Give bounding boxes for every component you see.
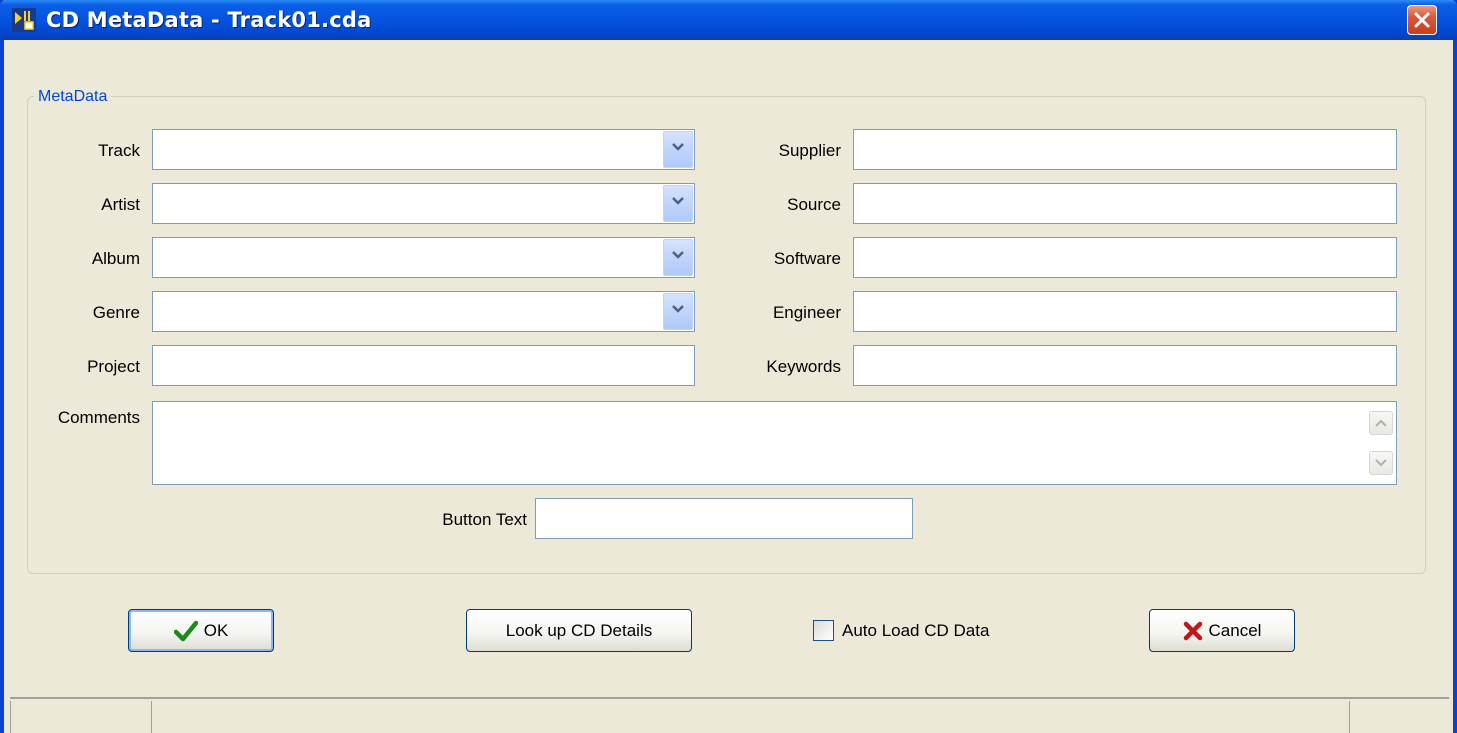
chevron-down-icon — [672, 251, 684, 259]
audio-metadata-icon — [12, 8, 36, 32]
source-field[interactable] — [853, 183, 1397, 224]
keywords-input[interactable] — [854, 346, 1396, 385]
chevron-down-icon — [672, 143, 684, 151]
artist-combo[interactable] — [152, 183, 695, 224]
auto-load-label[interactable]: Auto Load CD Data — [842, 620, 989, 641]
window-title: CD MetaData - Track01.cda — [46, 8, 372, 32]
close-button[interactable] — [1407, 5, 1437, 35]
scroll-down-button[interactable] — [1369, 451, 1393, 475]
track-combo[interactable] — [152, 129, 695, 170]
genre-input[interactable] — [153, 292, 694, 331]
artist-label: Artist — [101, 195, 140, 214]
album-label: Album — [91, 249, 140, 268]
ok-label: OK — [203, 620, 229, 640]
software-field[interactable] — [853, 237, 1397, 278]
supplier-input[interactable] — [854, 130, 1396, 169]
chevron-up-icon — [1375, 419, 1387, 427]
supplier-label: Supplier — [778, 141, 841, 160]
scroll-up-button[interactable] — [1369, 411, 1393, 435]
button-text-field[interactable] — [535, 498, 913, 539]
project-field[interactable] — [152, 345, 695, 386]
comments-scrollbar[interactable] — [1367, 403, 1395, 483]
auto-load-checkbox[interactable] — [813, 620, 834, 641]
track-input[interactable] — [153, 130, 694, 169]
genre-label: Genre — [92, 303, 140, 322]
metadata-group-label: MetaData — [34, 86, 112, 108]
keywords-label: Keywords — [766, 357, 841, 376]
artist-input[interactable] — [153, 184, 694, 223]
red-x-icon — [1183, 621, 1202, 640]
cancel-button[interactable]: Cancel — [1149, 609, 1295, 652]
genre-combo[interactable] — [152, 291, 695, 332]
close-x-icon — [1414, 12, 1430, 28]
keywords-field[interactable] — [853, 345, 1397, 386]
album-combo[interactable] — [152, 237, 695, 278]
chevron-down-icon — [1375, 459, 1387, 467]
software-label: Software — [773, 249, 841, 268]
title-bar[interactable]: CD MetaData - Track01.cda — [0, 0, 1457, 40]
album-dropdown-button[interactable] — [663, 239, 693, 276]
album-input[interactable] — [153, 238, 694, 277]
ok-button[interactable]: OK — [128, 609, 274, 652]
track-dropdown-button[interactable] — [663, 131, 693, 168]
source-input[interactable] — [854, 184, 1396, 223]
chevron-down-icon — [672, 305, 684, 313]
button-text-input[interactable] — [536, 499, 912, 538]
comments-label: Comments — [57, 408, 140, 427]
chevron-down-icon — [672, 197, 684, 205]
track-label: Track — [98, 141, 140, 160]
status-panel-3 — [1349, 701, 1449, 733]
button-text-label: Button Text — [442, 510, 527, 529]
engineer-field[interactable] — [853, 291, 1397, 332]
lookup-label: Look up CD Details — [505, 620, 653, 640]
cd-metadata-dialog: CD MetaData - Track01.cda MetaData Track… — [0, 0, 1457, 733]
cancel-label: Cancel — [1208, 620, 1262, 640]
software-input[interactable] — [854, 238, 1396, 277]
status-panel-2 — [151, 701, 1349, 733]
artist-dropdown-button[interactable] — [663, 185, 693, 222]
status-bar — [10, 697, 1449, 733]
genre-dropdown-button[interactable] — [663, 293, 693, 330]
comments-memo[interactable] — [152, 401, 1397, 485]
checkmark-icon — [173, 620, 198, 641]
project-input[interactable] — [153, 346, 694, 385]
engineer-label: Engineer — [772, 303, 841, 322]
engineer-input[interactable] — [854, 292, 1396, 331]
supplier-field[interactable] — [853, 129, 1397, 170]
status-panel-1 — [10, 701, 151, 733]
lookup-cd-details-button[interactable]: Look up CD Details — [466, 609, 692, 652]
project-label: Project — [87, 357, 140, 376]
source-label: Source — [787, 195, 841, 214]
